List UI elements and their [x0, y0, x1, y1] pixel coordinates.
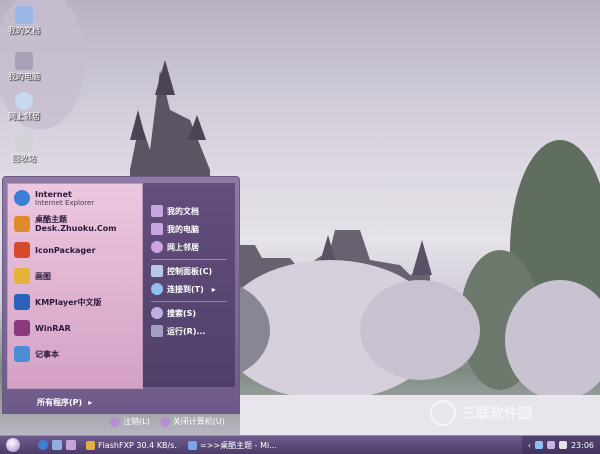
taskbar-button-browser[interactable]: =>>桌酷主题 - Mi...: [184, 438, 282, 452]
start-menu-item-internet[interactable]: Internet Internet Explorer: [14, 188, 94, 208]
start-menu-link-control-panel[interactable]: 控制面板(C): [151, 263, 212, 279]
start-menu-item-notepad[interactable]: 记事本: [14, 344, 59, 364]
start-menu: Internet Internet Explorer 桌酷主题Desk.Zhuo…: [2, 176, 240, 414]
documents-icon: [151, 205, 163, 217]
kmplayer-icon: [14, 294, 30, 310]
taskbar-button-flashfxp[interactable]: FlashFXP 30.4 KB/s...: [82, 438, 178, 452]
volume-tray-icon[interactable]: [546, 441, 555, 449]
all-programs-button[interactable]: 所有程序(P) ▸: [7, 395, 141, 409]
taskbar: FlashFXP 30.4 KB/s... =>>桌酷主题 - Mi... ‹ …: [0, 435, 600, 454]
iconpackager-icon: [14, 242, 30, 258]
start-menu-link-network[interactable]: 网上邻居: [151, 239, 199, 255]
start-menu-link-run[interactable]: 运行(R)...: [151, 323, 206, 339]
start-menu-item-iconpackager[interactable]: IconPackager: [14, 240, 96, 260]
network-tray-icon[interactable]: [534, 441, 543, 449]
start-orb-icon: [6, 438, 20, 452]
network-icon: [15, 92, 33, 110]
watermark: 三联软件园: [430, 398, 590, 428]
run-icon: [151, 325, 163, 337]
paint-icon: [14, 268, 30, 284]
start-menu-item-zhuoku[interactable]: 桌酷主题Desk.Zhuoku.Com: [14, 214, 142, 234]
start-menu-item-kmplayer[interactable]: KMPlayer中文版: [14, 292, 102, 312]
recycle-bin-icon: [15, 134, 33, 152]
separator: [151, 259, 227, 260]
system-tray: ‹ 23:06: [521, 436, 600, 454]
quick-launch: [38, 440, 76, 450]
theme-icon: [14, 216, 30, 232]
logoff-icon: [110, 416, 120, 427]
start-menu-link-search[interactable]: 搜索(S): [151, 305, 196, 321]
documents-icon: [15, 6, 33, 24]
chevron-right-icon: ▸: [211, 284, 216, 294]
shutdown-button[interactable]: 关闭计算机(U): [159, 416, 225, 427]
desktop-icon-my-documents[interactable]: 我的文档: [4, 6, 44, 36]
control-panel-icon: [151, 265, 163, 277]
tray-chevron-icon[interactable]: ‹: [528, 441, 531, 450]
notepad-icon: [14, 346, 30, 362]
logoff-button[interactable]: 注销(L): [110, 416, 150, 427]
computer-icon: [151, 223, 163, 235]
start-menu-link-connect-to[interactable]: 连接到(T) ▸: [151, 281, 216, 297]
clock[interactable]: 23:06: [571, 441, 594, 450]
desktop-icon-recycle-bin[interactable]: 回收站: [4, 134, 44, 164]
arrow-right-icon: ▸: [88, 397, 93, 407]
internet-explorer-icon: [14, 190, 30, 206]
connect-icon: [151, 283, 163, 295]
separator: [151, 301, 227, 302]
start-menu-footer: 注销(L) 关闭计算机(U): [110, 416, 225, 427]
flashfxp-icon: [86, 440, 95, 450]
start-menu-places-panel: 我的文档 我的电脑 网上邻居 控制面板(C) 连接到(T) ▸ 搜索(S) 运行…: [143, 183, 235, 387]
show-desktop-icon[interactable]: [52, 440, 62, 450]
watermark-logo-icon: [430, 400, 456, 426]
start-button[interactable]: [2, 437, 24, 453]
winrar-icon: [14, 320, 30, 336]
desktop-icon-network[interactable]: 网上邻居: [4, 92, 44, 122]
search-icon: [151, 307, 163, 319]
start-menu-item-paint[interactable]: 画图: [14, 266, 51, 286]
start-menu-pinned-panel: Internet Internet Explorer 桌酷主题Desk.Zhuo…: [7, 183, 143, 389]
network-icon: [151, 241, 163, 253]
start-menu-link-my-documents[interactable]: 我的文档: [151, 203, 199, 219]
power-icon: [159, 416, 170, 427]
media-player-icon[interactable]: [66, 440, 76, 450]
start-menu-item-winrar[interactable]: WinRAR: [14, 318, 71, 338]
computer-icon: [15, 52, 33, 70]
browser-icon: [188, 440, 197, 450]
start-menu-link-my-computer[interactable]: 我的电脑: [151, 221, 199, 237]
desktop-icon-my-computer[interactable]: 我的电脑: [4, 52, 44, 82]
ie-quicklaunch-icon[interactable]: [38, 440, 48, 450]
app-tray-icon[interactable]: [558, 441, 567, 449]
